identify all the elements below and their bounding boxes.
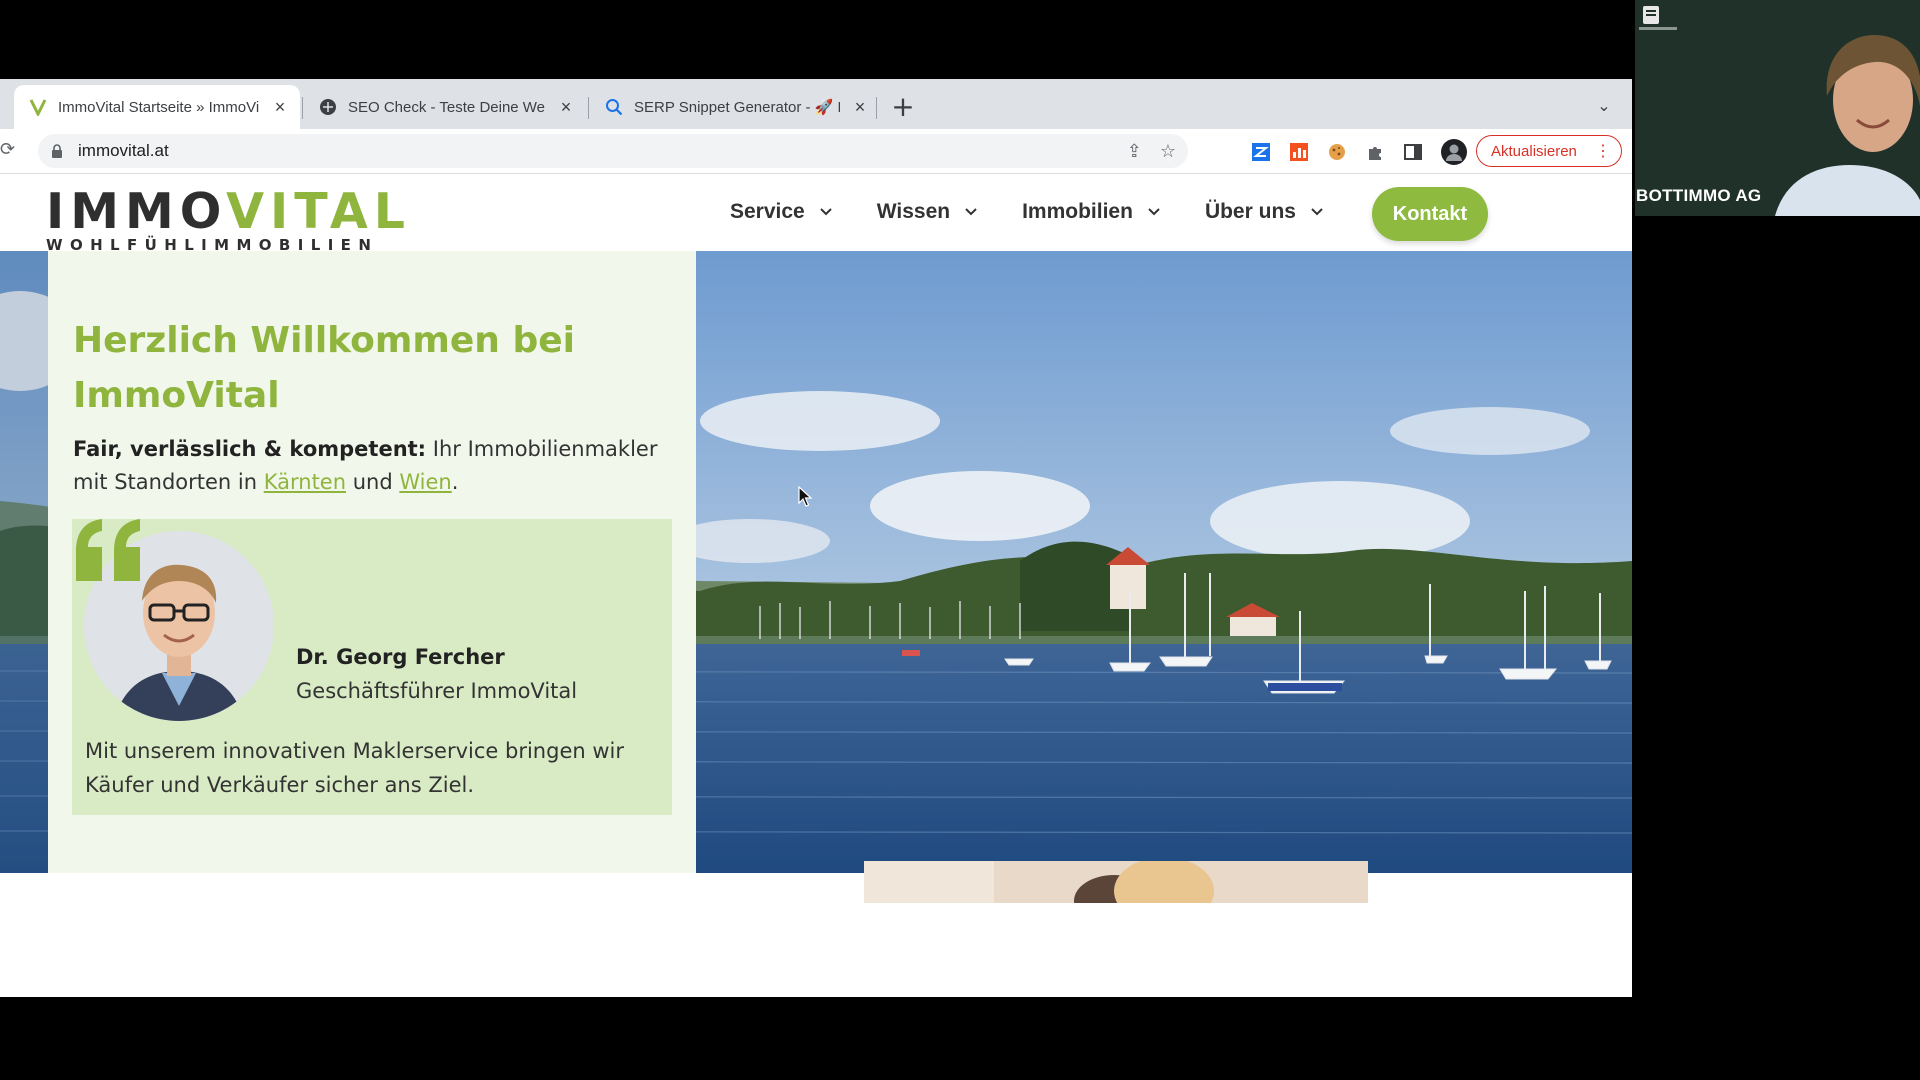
tab-strip: ImmoVital Startseite » ImmoVi × SEO Chec… bbox=[0, 79, 1632, 129]
side-panel-icon[interactable] bbox=[1402, 141, 1424, 163]
hero-intro: Fair, verlässlich & kompetent: Ihr Immob… bbox=[73, 433, 673, 499]
browser-toolbar: ⟳ immovital.at ⇪ ☆ Aktualisieren ⋮ bbox=[0, 129, 1632, 174]
link-wien[interactable]: Wien bbox=[399, 470, 451, 494]
intro-and: und bbox=[346, 470, 400, 494]
chevron-down-icon bbox=[965, 208, 977, 216]
quote-author-name: Dr. Georg Fercher bbox=[296, 645, 505, 669]
intro-end: . bbox=[451, 470, 459, 494]
chevron-down-icon bbox=[820, 208, 832, 216]
tab-title: ImmoVital Startseite » ImmoVi bbox=[58, 98, 260, 116]
tab-seo-check[interactable]: SEO Check - Teste Deine Webs × bbox=[304, 85, 586, 129]
main-navigation: Service Wissen Immobilien Über uns bbox=[730, 200, 1368, 224]
nav-label: Wissen bbox=[876, 200, 951, 223]
close-tab-icon[interactable]: × bbox=[270, 97, 290, 118]
extensions-puzzle-icon[interactable] bbox=[1364, 141, 1386, 163]
welcome-card: Herzlich Willkommen bei ImmoVital Fair, … bbox=[48, 251, 696, 873]
chevron-down-icon bbox=[1311, 208, 1323, 216]
tab-divider bbox=[876, 97, 877, 119]
participant-name: BOTTIMMO AG bbox=[1636, 186, 1762, 205]
nav-item-immobilien[interactable]: Immobilien bbox=[1022, 200, 1161, 224]
new-tab-icon[interactable]: + bbox=[888, 89, 918, 125]
mouse-cursor-icon bbox=[798, 486, 812, 507]
more-vertical-icon[interactable]: ⋮ bbox=[1595, 141, 1611, 161]
immovital-logo[interactable]: IMMOVITAL WOHLFÜHLIMMOBILIEN bbox=[46, 183, 412, 255]
hero-headline: Herzlich Willkommen bei ImmoVital bbox=[73, 320, 575, 416]
nav-label: Immobilien bbox=[1022, 200, 1133, 223]
website-content: IMMOVITAL WOHLFÜHLIMMOBILIEN Service Wis… bbox=[0, 174, 1632, 997]
close-tab-icon[interactable]: × bbox=[556, 97, 576, 118]
logo-part2: VITAL bbox=[226, 183, 412, 240]
tab-divider bbox=[302, 97, 303, 119]
bookmark-star-icon[interactable]: ☆ bbox=[1160, 141, 1176, 162]
video-participant-tile[interactable] bbox=[1635, 0, 1920, 216]
url-text[interactable]: immovital.at bbox=[78, 141, 169, 161]
profile-avatar-icon[interactable] bbox=[1441, 139, 1467, 165]
tab-immovital[interactable]: ImmoVital Startseite » ImmoVi × bbox=[14, 85, 300, 129]
hero-section: Herzlich Willkommen bei ImmoVital Fair, … bbox=[0, 251, 1632, 873]
nav-item-service[interactable]: Service bbox=[730, 200, 833, 224]
logo-part1: IMMO bbox=[46, 183, 227, 240]
nav-item-ueber-uns[interactable]: Über uns bbox=[1205, 200, 1324, 224]
search-favicon-icon bbox=[604, 97, 624, 117]
quote-author-role: Geschäftsführer ImmoVital bbox=[296, 679, 578, 703]
browser-window: ImmoVital Startseite » ImmoVi × SEO Chec… bbox=[0, 79, 1632, 997]
share-icon[interactable]: ⇪ bbox=[1127, 141, 1142, 162]
intro-bold: Fair, verlässlich & kompetent: bbox=[73, 437, 427, 461]
kontakt-button[interactable]: Kontakt bbox=[1372, 187, 1488, 241]
close-tab-icon[interactable]: × bbox=[850, 97, 870, 118]
tab-serp-generator[interactable]: SERP Snippet Generator - 🚀 F × bbox=[590, 85, 880, 129]
link-kaernten[interactable]: Kärnten bbox=[264, 470, 346, 494]
lock-icon[interactable] bbox=[50, 144, 64, 158]
chevron-down-icon bbox=[1148, 208, 1160, 216]
reload-icon[interactable]: ⟳ bbox=[0, 139, 20, 163]
immovital-favicon-icon bbox=[28, 97, 48, 117]
tab-divider bbox=[588, 97, 589, 119]
tab-title: SERP Snippet Generator - 🚀 F bbox=[634, 99, 840, 116]
address-bar[interactable]: immovital.at ⇪ ☆ bbox=[38, 134, 1188, 168]
quote-mark-icon bbox=[76, 519, 140, 581]
extension-chart-icon[interactable] bbox=[1288, 141, 1310, 163]
nav-label: Über uns bbox=[1204, 200, 1296, 223]
tab-title: SEO Check - Teste Deine Webs bbox=[348, 98, 546, 116]
seo-favicon-icon bbox=[318, 97, 338, 117]
quote-text: Mit unserem innovativen Maklerservice br… bbox=[85, 739, 624, 797]
update-label: Aktualisieren bbox=[1491, 142, 1577, 160]
tab-search-icon[interactable]: ⌄ bbox=[1592, 91, 1616, 121]
testimonial-box: Dr. Georg Fercher Geschäftsführer ImmoVi… bbox=[72, 519, 672, 815]
extension-cookie-icon[interactable] bbox=[1326, 141, 1348, 163]
nav-label: Service bbox=[730, 200, 805, 223]
extension-s-icon[interactable] bbox=[1250, 141, 1272, 163]
update-button[interactable]: Aktualisieren ⋮ bbox=[1476, 135, 1622, 167]
nav-item-wissen[interactable]: Wissen bbox=[877, 200, 978, 224]
section-image-peek bbox=[864, 861, 1368, 903]
